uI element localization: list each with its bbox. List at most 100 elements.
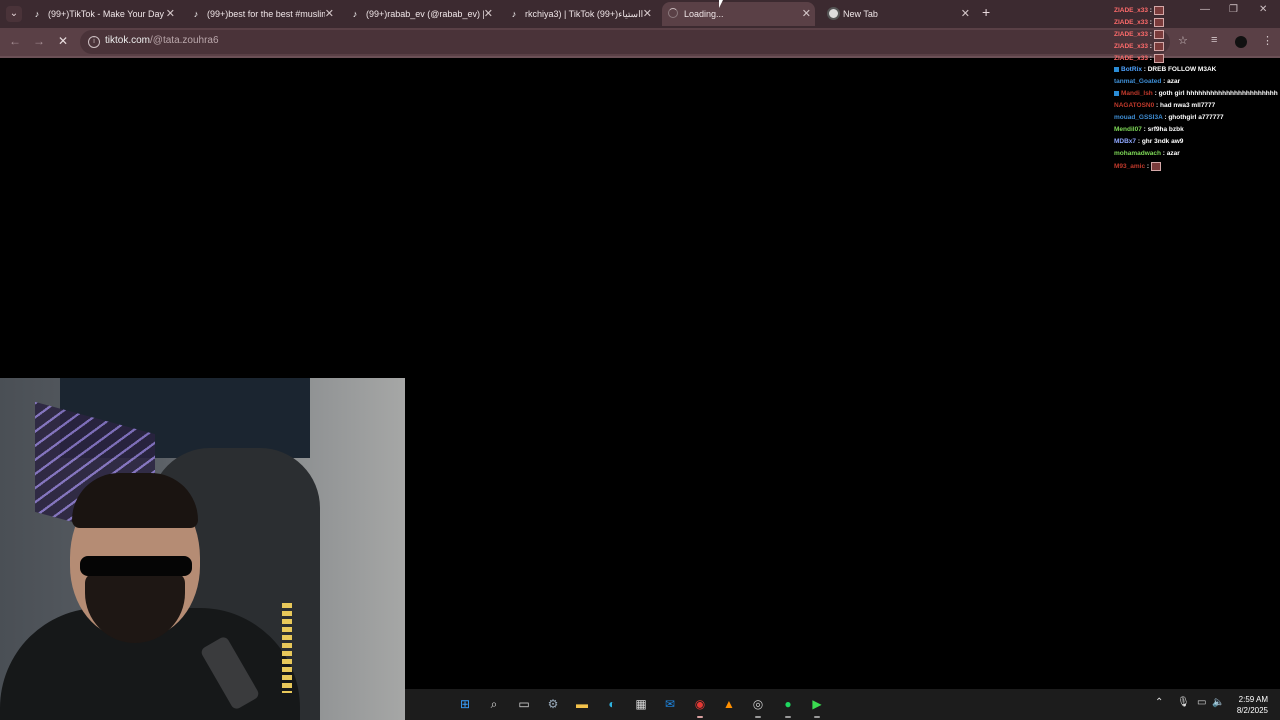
- store-icon[interactable]: ▦: [632, 695, 650, 713]
- tiktok-icon: ♪: [193, 9, 199, 19]
- tab-title: (99+)best for the best #muslim: [207, 9, 325, 19]
- chat-user: ZIADE_x33: [1114, 7, 1148, 15]
- emote-icon: [1153, 54, 1164, 63]
- chat-line: ZIADE_x33 :: [1114, 54, 1164, 63]
- tab-2[interactable]: ♪ (99+)best for the best #muslim ✕: [185, 2, 338, 26]
- tab-title: (99+)TikTok - Make Your Day: [48, 9, 164, 19]
- bookmark-star-icon[interactable]: ☆: [1178, 34, 1188, 47]
- chat-line: NAGATOSN0 : had nwa3 mll7777: [1114, 102, 1216, 109]
- chat-line: MDBx7 : ghr 3ndk aw9: [1114, 138, 1184, 145]
- media-controls-icon[interactable]: ≡: [1211, 34, 1217, 46]
- edge-icon[interactable]: ◐: [603, 695, 621, 713]
- forward-arrow-icon[interactable]: →: [33, 34, 45, 48]
- chat-line: M93_amic :: [1114, 162, 1161, 171]
- emote-icon: [1153, 6, 1164, 15]
- tab-6[interactable]: New Tab ✕: [821, 2, 974, 26]
- chat-user: ZIADE_x33: [1114, 55, 1148, 63]
- chat-user: ZIADE_x33: [1114, 43, 1148, 51]
- stop-loading-icon[interactable]: ✕: [58, 34, 68, 48]
- url-text[interactable]: tiktok.com/@tata.zouhra6: [105, 35, 219, 46]
- emote-icon: [1153, 18, 1164, 27]
- volume-icon[interactable]: 🔈: [1212, 697, 1224, 708]
- close-icon[interactable]: ✕: [961, 2, 970, 26]
- tab-4[interactable]: ♪ rkchiya3) | TikTok ااااستیاء(+99) ✕: [503, 2, 656, 26]
- obs-icon[interactable]: ◎: [749, 695, 767, 713]
- microphone-icon[interactable]: 🎙: [1177, 697, 1190, 708]
- chat-line: ZIADE_x33 :: [1114, 6, 1164, 15]
- back-arrow-icon[interactable]: ←: [9, 34, 21, 48]
- chat-line: mouad_GSSI3A : ghothgirl a777777: [1114, 114, 1224, 121]
- file-explorer-icon[interactable]: ▬: [573, 695, 591, 713]
- tab-search-button[interactable]: ⌄: [6, 6, 22, 22]
- chat-line: ZIADE_x33 :: [1114, 30, 1164, 39]
- emote-icon: [1153, 30, 1164, 39]
- spotify-icon[interactable]: ●: [779, 695, 797, 713]
- close-icon[interactable]: ✕: [166, 2, 175, 26]
- tab-title: Loading...: [684, 9, 724, 19]
- network-icon[interactable]: ▭: [1197, 697, 1206, 708]
- site-info-icon[interactable]: i: [88, 36, 100, 48]
- chat-message: ghr 3ndk aw9: [1141, 138, 1184, 145]
- window-close-icon[interactable]: ✕: [1259, 4, 1267, 15]
- mouse-cursor-icon: [719, 0, 723, 8]
- close-icon[interactable]: ✕: [802, 2, 811, 26]
- task-view-icon[interactable]: ▭: [515, 695, 533, 713]
- search-icon[interactable]: ⌕: [485, 695, 503, 713]
- vlc-icon[interactable]: ▲: [720, 695, 738, 713]
- outlook-icon[interactable]: ✉: [661, 695, 679, 713]
- tab-title: rkchiya3) | TikTok ااااستیاء(+99): [525, 9, 643, 19]
- chat-user: mouad_GSSI3A: [1114, 114, 1163, 121]
- minimize-icon[interactable]: —: [1200, 4, 1210, 15]
- chat-user: MDBx7: [1114, 138, 1137, 145]
- settings-icon[interactable]: ⚙: [544, 695, 562, 713]
- prayer-beads: [282, 603, 292, 693]
- chat-message: DREB FOLLOW M3AK: [1147, 66, 1217, 73]
- loading-spinner-icon: [668, 8, 678, 18]
- windows-start-icon[interactable]: ⊞: [456, 695, 474, 713]
- taskbar-clock[interactable]: 2:59 AM 8/2/2025: [1232, 694, 1268, 716]
- chat-line: ZIADE_x33 :: [1114, 42, 1164, 51]
- chat-user: mohamadwach: [1114, 150, 1161, 157]
- chat-user: M93_amic: [1114, 163, 1146, 171]
- new-tab-button[interactable]: +: [982, 4, 990, 20]
- close-icon[interactable]: ✕: [643, 2, 652, 26]
- chat-user: Mendil07: [1114, 126, 1142, 133]
- toolbar-divider: [0, 56, 1280, 58]
- clock-date: 8/2/2025: [1236, 706, 1268, 715]
- chat-user: BotRix: [1121, 66, 1142, 73]
- obs-running-indicator: [755, 716, 761, 718]
- emote-icon: [1150, 162, 1161, 171]
- bot-badge-icon: [1114, 66, 1119, 72]
- webcam-overlay: [0, 378, 405, 720]
- app-arrow-icon[interactable]: ▶: [808, 695, 826, 713]
- chat-line: BotRix : DREB FOLLOW M3AK: [1114, 66, 1216, 73]
- browser-toolbar: ← → ✕ i tiktok.com/@tata.zouhra6 ☆ ≡ ⋮: [0, 28, 1280, 56]
- chat-user: Mandi_lsh: [1121, 90, 1153, 97]
- user-badge-icon: [1114, 90, 1119, 96]
- chat-message: had nwa3 mll7777: [1160, 102, 1216, 109]
- tab-3[interactable]: ♪ (99+)rabab_ev (@rabab_ev) | Ti ✕: [344, 2, 497, 26]
- chrome-icon[interactable]: ◉: [691, 695, 709, 713]
- close-icon[interactable]: ✕: [325, 2, 334, 26]
- chat-message: ghothgirl a777777: [1168, 114, 1224, 121]
- profile-avatar[interactable]: [1235, 36, 1247, 48]
- address-bar[interactable]: i tiktok.com/@tata.zouhra6: [80, 30, 1170, 54]
- tray-overflow-chevron-icon[interactable]: ⌃: [1155, 697, 1163, 708]
- restore-icon[interactable]: ❐: [1229, 4, 1238, 15]
- chat-line: Mandi_lsh : goth girl hhhhhhhhhhhhhhhhhh…: [1114, 90, 1278, 97]
- close-icon[interactable]: ✕: [484, 2, 493, 26]
- url-path: /@tata.zouhra6: [150, 35, 219, 46]
- windows-taskbar: ⊞ ⌕ ▭ ⚙ ▬ ◐ ▦ ✉ ◉ ▲ ◎ ● ▶ ⌃ 🎙 ▭ 🔈: [405, 689, 1280, 720]
- tiktok-icon: ♪: [352, 9, 358, 19]
- kebab-menu-icon[interactable]: ⋮: [1262, 34, 1273, 47]
- tab-title: (99+)rabab_ev (@rabab_ev) | Ti: [366, 9, 484, 19]
- tab-1[interactable]: ♪ (99+)TikTok - Make Your Day ✕: [26, 2, 179, 26]
- chat-message: srf9ha bzbk: [1147, 126, 1184, 133]
- chat-message: goth girl hhhhhhhhhhhhhhhhhhhhhhh: [1158, 90, 1278, 97]
- tab-5-active[interactable]: Loading... ✕: [662, 2, 815, 26]
- chat-line: tanmat_Goated : azar: [1114, 78, 1181, 85]
- tiktok-icon: ♪: [34, 9, 40, 19]
- chat-message: azar: [1166, 150, 1180, 157]
- clock-time: 2:59 AM: [1238, 695, 1268, 704]
- emote-icon: [1153, 42, 1164, 51]
